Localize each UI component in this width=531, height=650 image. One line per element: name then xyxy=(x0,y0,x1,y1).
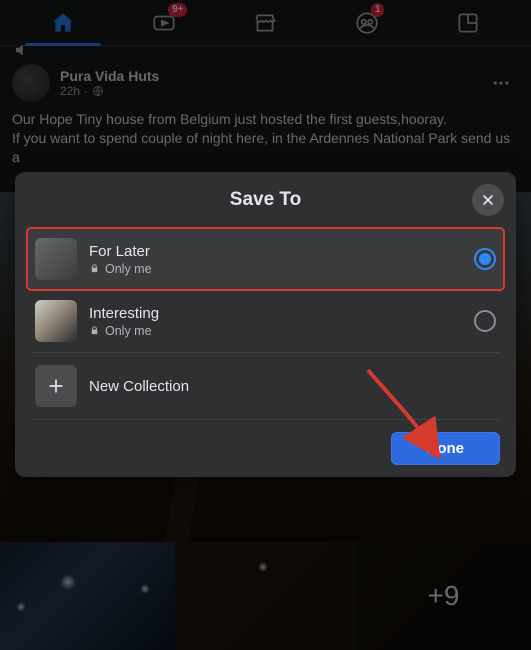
save-to-modal: Save To For Later Only me Interesting xyxy=(15,172,516,477)
modal-title: Save To xyxy=(230,189,301,211)
new-collection-button[interactable]: New Collection xyxy=(27,353,504,419)
collection-privacy: Only me xyxy=(89,262,462,276)
collection-name: For Later xyxy=(89,243,462,260)
lock-icon xyxy=(89,263,100,274)
close-button[interactable] xyxy=(472,184,504,216)
plus-icon xyxy=(46,376,66,396)
done-button[interactable]: Done xyxy=(391,432,501,465)
collection-name: Interesting xyxy=(89,305,462,322)
radio-selected[interactable] xyxy=(474,248,496,270)
new-collection-label: New Collection xyxy=(89,378,189,395)
collection-thumb xyxy=(35,300,77,342)
collection-privacy: Only me xyxy=(89,324,462,338)
collection-interesting[interactable]: Interesting Only me xyxy=(27,290,504,352)
close-icon xyxy=(480,192,496,208)
collection-for-later[interactable]: For Later Only me xyxy=(27,228,504,290)
collection-thumb xyxy=(35,238,77,280)
lock-icon xyxy=(89,325,100,336)
radio-unselected[interactable] xyxy=(474,310,496,332)
